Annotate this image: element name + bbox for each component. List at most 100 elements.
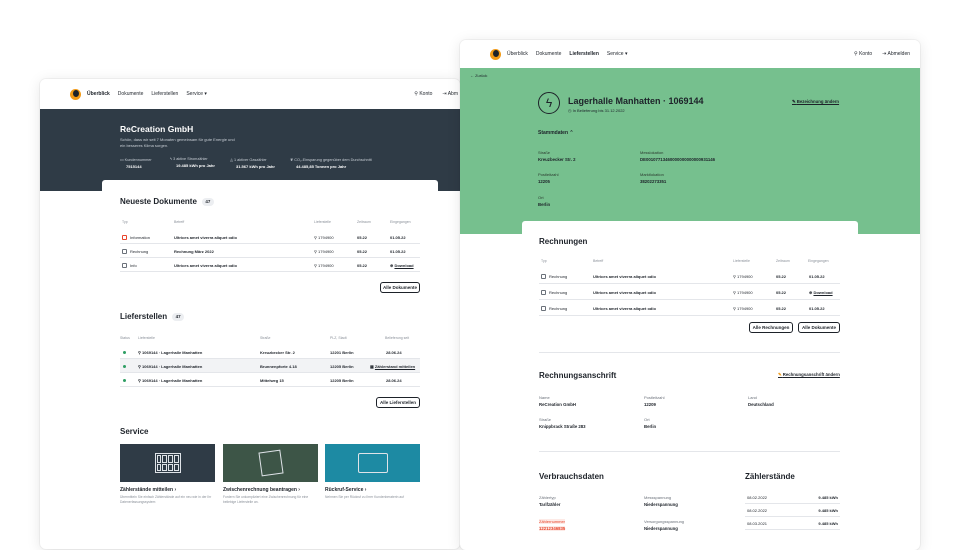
table-row[interactable]: Info Ultrices amet viverra aliquet odio …	[120, 258, 420, 272]
all-invoices-button[interactable]: Alle Rechnungen	[749, 322, 793, 333]
field-value: Niederspannung	[644, 526, 678, 531]
reading-value: 9.485 kWh	[818, 508, 838, 513]
download-label: Download	[813, 290, 833, 295]
detail-hero: ← Zurück ϟ Lagerhalle Manhatten · 106914…	[460, 68, 920, 234]
lieferstelle-detail-window: Überblick Dokumente Lieferstellen Servic…	[460, 40, 920, 550]
chevron-right-icon: ›	[174, 487, 177, 493]
col-status: Status	[120, 336, 130, 340]
doc-lieferstelle: 1794900	[318, 235, 334, 240]
konto-label: Konto	[419, 91, 433, 97]
all-documents-button[interactable]: Alle Dokumente	[380, 282, 420, 293]
download-link[interactable]: ⊕ Download	[809, 290, 833, 295]
nav-service[interactable]: Service ▾	[186, 91, 207, 97]
table-row[interactable]: ⚲ 1069144 · Lagerhalle Manhatten Kreuzbe…	[120, 345, 420, 359]
invoice-subject: Ultrices amet viverra aliquet odio	[593, 290, 656, 295]
table-row[interactable]: Rechnung Ultrices amet viverra aliquet o…	[539, 284, 840, 300]
service-card-rueckruf[interactable]: Rückruf-Service › Nehmen Sie per Rückruf…	[325, 444, 420, 509]
all-lieferstellen-button[interactable]: Alle Lieferstellen	[376, 397, 420, 408]
col-betreff: Betreff	[593, 259, 604, 263]
nav-lieferstellen[interactable]: Lieferstellen	[151, 91, 178, 97]
all-documents-button[interactable]: Alle Dokumente	[798, 322, 840, 333]
field-label: Straße	[539, 417, 552, 422]
table-row[interactable]: Rechnung Ultrices amet viverra aliquet o…	[539, 268, 840, 284]
col-strasse: Straße	[260, 336, 271, 340]
service-card-title: Zwischenrechnung beantragen ›	[223, 487, 318, 493]
invoice-period: 05.22	[776, 306, 787, 311]
service-card-title-text: Rückruf-Service	[325, 487, 364, 493]
reading-value: 9.485 kWh	[818, 495, 838, 500]
edit-address-label: Rechnungsanschrift ändern	[782, 372, 840, 377]
field-value: Kreuzbecker Str. 2	[538, 157, 576, 162]
table-row[interactable]: Information Ultrices amet viverra alique…	[120, 230, 420, 244]
doc-period: 05.22	[357, 249, 368, 254]
table-row[interactable]: Rechnung Ultrices amet viverra aliquet o…	[539, 300, 840, 316]
detail-title: Lagerhalle Manhatten · 1069144	[568, 96, 704, 106]
doc-date: 01.05.22	[390, 235, 406, 240]
brand-logo[interactable]	[70, 88, 81, 100]
document-icon	[122, 263, 127, 269]
field-label: Postleitzahl	[644, 395, 665, 400]
edit-address-link[interactable]: ✎ Rechnungsanschrift ändern	[778, 372, 840, 378]
stat-value: 7515144	[126, 164, 142, 169]
ls-since: 28.06.24	[386, 350, 402, 355]
table-row[interactable]: ⚲ 1069144 · Lagerhalle Manhatten Mittelw…	[120, 373, 420, 387]
konto-link[interactable]: ⚲ Konto	[854, 51, 872, 57]
dashboard-window: Überblick Dokumente Lieferstellen Servic…	[40, 79, 460, 549]
field-label: Name	[539, 395, 550, 400]
ls-name: 1069144 · Lagerhalle Manhatten	[142, 350, 203, 355]
service-card-title-text: Zählerstände mitteilen	[120, 487, 174, 493]
chevron-right-icon: ›	[364, 487, 367, 493]
service-card-title: Rückruf-Service ›	[325, 487, 420, 493]
abmelden-link[interactable]: ⇥ Abmelden	[882, 51, 910, 57]
stat-co2: ❦ CO₂-Einsparung gegenüber dem Durchschn…	[290, 157, 372, 169]
konto-label: Konto	[859, 51, 873, 57]
field-label: Messlokation	[640, 150, 664, 155]
status-active-dot	[123, 379, 126, 382]
col-betreff: Betreff	[174, 220, 185, 224]
doc-date: 01.05.22	[390, 249, 406, 254]
nav-ueberblick[interactable]: Überblick	[87, 91, 110, 97]
meter-reading-row: 08.03.2021 9.485 kWh	[745, 517, 840, 530]
stat-value: 31.567 kWh pro Jahr	[236, 164, 275, 169]
detail-subtitle: ◷ In Belieferung bis 31.12.2022	[568, 108, 625, 113]
field-value: Berlin	[538, 202, 551, 207]
konto-link[interactable]: ⚲ Konto	[414, 91, 432, 97]
warning-icon	[122, 235, 127, 241]
ls-street: Brunnenpforte 4.18	[260, 364, 297, 369]
zaehlerstand-link[interactable]: ▦ Zählerstand mitteilen	[370, 364, 415, 369]
back-link[interactable]: ← Zurück	[470, 73, 487, 78]
field-value: Deutschland	[748, 402, 774, 407]
field-label: Postleitzahl	[538, 172, 559, 177]
service-card-zwischenrechnung[interactable]: Zwischenrechnung beantragen › Fordern Si…	[223, 444, 318, 509]
invoice-date: 01.05.22	[809, 274, 825, 279]
brand-logo[interactable]	[490, 48, 501, 60]
col-eingegangen: Eingegangen	[808, 259, 829, 263]
ls-name: 1069144 · Lagerhalle Manhatten	[142, 378, 203, 383]
download-link[interactable]: ⊕ Download	[390, 263, 414, 268]
account-hero: ReCreation GmbH Schön, dass wir seit 7 M…	[40, 109, 460, 191]
service-card-desc: Übermitteln Sie einfach Zählerstände auf…	[120, 495, 212, 504]
nav-dokumente[interactable]: Dokumente	[536, 51, 562, 57]
service-card-zaehlerstaende[interactable]: Zählerstände mitteilen › Übermitteln Sie…	[120, 444, 215, 509]
ls-city: 12205 Berlin	[330, 364, 354, 369]
stat-stromzaehler: ϟ 3 aktive Stromzähler 19.485 kWh pro Ja…	[170, 157, 215, 168]
divider	[539, 352, 840, 353]
verbrauch-title: Verbrauchsdaten	[539, 472, 604, 481]
callback-illustration	[325, 444, 420, 482]
documents-title: Neueste Dokumente	[120, 197, 197, 206]
nav-service[interactable]: Service ▾	[607, 51, 628, 57]
reading-date: 08.02.2022	[747, 495, 768, 500]
nav-lieferstellen[interactable]: Lieferstellen	[569, 51, 598, 57]
stammdaten-toggle[interactable]: Stammdaten ⌃	[538, 130, 574, 136]
nav-dokumente[interactable]: Dokumente	[118, 91, 144, 97]
field-label: Ort	[644, 417, 650, 422]
nav-ueberblick[interactable]: Überblick	[507, 51, 528, 57]
field-label: Versorgungsspannung	[644, 519, 685, 524]
abmelden-link[interactable]: ⇥ Abm	[442, 91, 458, 97]
edit-name-link[interactable]: ✎ Bezeichnung ändern	[792, 99, 839, 105]
col-lieferstelle: Lieferstelle	[733, 259, 750, 263]
table-row[interactable]: ⚲ 1069144 · Lagerhalle Manhatten Brunnen…	[120, 359, 420, 373]
invoice-type: Rechnung	[549, 274, 568, 279]
doc-type: Information	[130, 235, 151, 240]
table-row[interactable]: Rechnung Rechnung März 2022 ⚲ 1794900 05…	[120, 244, 420, 258]
